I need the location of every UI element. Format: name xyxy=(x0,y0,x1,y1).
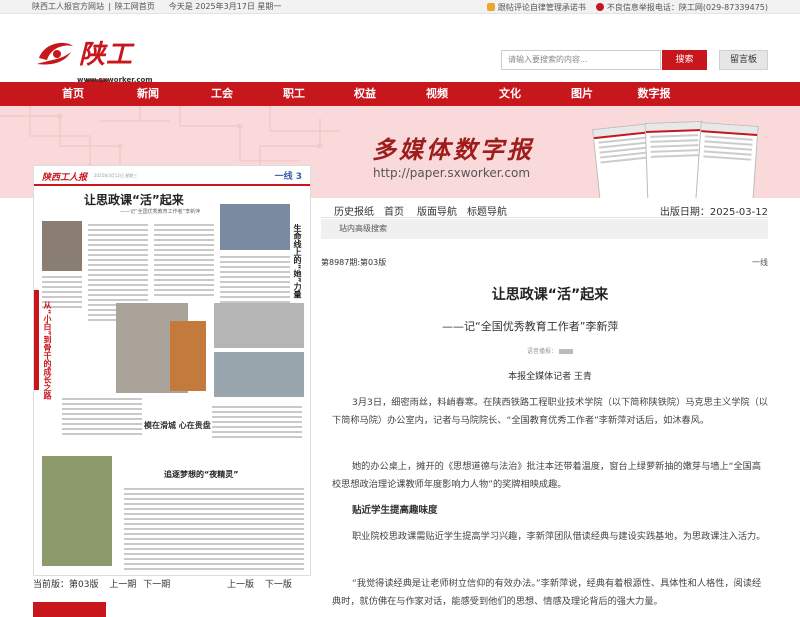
article-author: 本报全媒体记者 王青 xyxy=(508,372,592,382)
separator: | xyxy=(108,2,111,11)
next-page-link[interactable]: 下一版 xyxy=(265,580,292,590)
audio-bar[interactable] xyxy=(559,349,573,354)
thumb-title[interactable]: 让思政课“活”起来 xyxy=(84,191,184,208)
article-toolbar: 历史报纸 首页 版面导航 标题导航 出版日期：2025-03-12 xyxy=(321,198,768,218)
site-name-link[interactable]: 陕西工人报官方网站 xyxy=(32,1,104,12)
thumb-meta: 2025年3月12日 星期三 xyxy=(94,173,138,178)
report-link[interactable]: 不良信息举报电话：陕工网(029-87339475) xyxy=(595,2,768,13)
thumb-section: 一线 3 xyxy=(274,172,302,182)
nav-item-photos[interactable]: 图片 xyxy=(571,82,593,106)
thumb-photo-portrait xyxy=(42,221,82,271)
message-board-button[interactable]: 留言板 xyxy=(719,50,768,70)
publish-date: 出版日期：2025-03-12 xyxy=(659,207,768,218)
nav-item-video[interactable]: 视频 xyxy=(426,82,448,106)
thumb-side-title[interactable]: 生命线上的“她”力量 xyxy=(292,224,303,299)
page-nav: 上一版 下一版 xyxy=(227,577,292,590)
report-label: 不良信息举报电话：陕工网(029-87339475) xyxy=(606,2,768,12)
thumb-red-stripe xyxy=(34,290,39,390)
article-title: 让思政课“活”起来 xyxy=(491,287,609,303)
main-nav: 首页 新闻 工会 职工 权益 视频 文化 图片 数字报 xyxy=(0,82,800,106)
nav-item-union[interactable]: 工会 xyxy=(211,82,233,106)
nav-item-digital-paper[interactable]: 数字报 xyxy=(638,82,671,106)
thumb-photo-kids xyxy=(42,456,112,566)
advanced-search-link[interactable]: 站内高级搜索 xyxy=(321,219,768,239)
issue-label: 第8987期:第03版 xyxy=(321,258,387,267)
banner-title: 多媒体数字报 xyxy=(372,135,534,164)
thumb-photo-worker-orange xyxy=(170,321,206,391)
article-paragraph: 3月3日，细密雨丝，料峭春寒。在陕西铁路工程职业技术学院（以下简称陕铁院）马克思… xyxy=(332,397,768,426)
nav-item-workers[interactable]: 职工 xyxy=(283,82,305,106)
prev-issue-link[interactable]: 上一期 xyxy=(109,580,136,590)
article-paragraph: 职业院校思政课需贴近学生提高学习兴趣，李新萍团队借读经典与建设实践基地，为思政课… xyxy=(352,531,766,542)
nav-item-culture[interactable]: 文化 xyxy=(499,82,521,106)
section-label: 一线 xyxy=(752,258,768,267)
top-bar: 陕西工人报官方网站 | 陕工网首页 今天是 2025年3月17日 星期一 跟帖评… xyxy=(0,0,800,14)
nav-item-news[interactable]: 新闻 xyxy=(137,82,159,106)
thumb-mid-title[interactable]: 模在滑城 心在贵盘 xyxy=(144,420,211,431)
article-subheading: 贴近学生提高趣味度 xyxy=(352,505,438,516)
article-subtitle: ——记“全国优秀教育工作者”李新萍 xyxy=(442,320,619,333)
nav-item-rights[interactable]: 权益 xyxy=(354,82,376,106)
audio-label: 语音播报： xyxy=(526,348,557,355)
thumb-logo: 陕西工人报 xyxy=(42,173,88,183)
current-page-label: 当前版：第03版 xyxy=(33,580,99,590)
search-button[interactable]: 搜索 xyxy=(662,50,707,70)
audio-player[interactable]: 语音播报： xyxy=(332,346,768,355)
toolbar-home-link[interactable]: 首页 xyxy=(384,203,404,218)
logo-swoosh-icon xyxy=(37,42,73,65)
article-paragraph: 她的办公桌上，摊开的《思想道德与法治》批注本还带着温度，窗台上绿萝新抽的嫩芽与墙… xyxy=(332,461,762,490)
thumb-photo-rail xyxy=(214,303,304,348)
pledge-icon xyxy=(486,3,495,11)
page-nav-link[interactable]: 版面导航 xyxy=(417,203,457,218)
site-logo[interactable]: 陕工网 www.sxworker.com xyxy=(35,34,155,107)
newspaper-stack-image xyxy=(592,118,761,198)
article-paragraph: “我觉得读经典是让老师树立信仰的有效办法。”李新萍说，经典有着根源性、具体性和人… xyxy=(332,578,762,607)
section-list-tab[interactable] xyxy=(33,602,106,617)
pledge-link[interactable]: 跟帖评论自律管理承诺书 xyxy=(486,2,586,13)
page-pager: 当前版：第03版 上一期 下一期 xyxy=(33,577,170,590)
search-input[interactable]: 请输入要搜索的内容... xyxy=(501,50,661,70)
thumb-bottom-title[interactable]: 追逐梦想的“夜精灵” xyxy=(164,469,239,480)
title-nav-link[interactable]: 标题导航 xyxy=(467,203,507,218)
header: 陕工网 www.sxworker.com 请输入要搜索的内容... 搜索 留言板 xyxy=(0,14,800,107)
next-issue-link[interactable]: 下一期 xyxy=(143,580,170,590)
page-thumbnail[interactable]: 陕西工人报 2025年3月12日 星期三 一线 3 让思政课“活”起来 ——记“… xyxy=(33,165,311,576)
thumb-photo-classroom xyxy=(220,204,290,250)
history-papers-link[interactable]: 历史报纸 xyxy=(334,203,374,218)
home-link[interactable]: 陕工网首页 xyxy=(115,1,155,12)
nav-item-home[interactable]: 首页 xyxy=(62,82,84,106)
thumb-photo-rail-2 xyxy=(214,352,304,397)
banner-url: http://paper.sxworker.com xyxy=(373,166,531,180)
pledge-label: 跟帖评论自律管理承诺书 xyxy=(497,2,586,12)
thumb-left-vertical-title[interactable]: 从“小白”到骨干的成长之路 xyxy=(42,301,53,400)
prev-page-link[interactable]: 上一版 xyxy=(227,580,254,590)
today-date: 今天是 2025年3月17日 星期一 xyxy=(168,2,282,11)
report-icon xyxy=(595,3,604,11)
thumb-subtitle: ——记“全国优秀教育工作者”李新萍 xyxy=(120,209,201,215)
